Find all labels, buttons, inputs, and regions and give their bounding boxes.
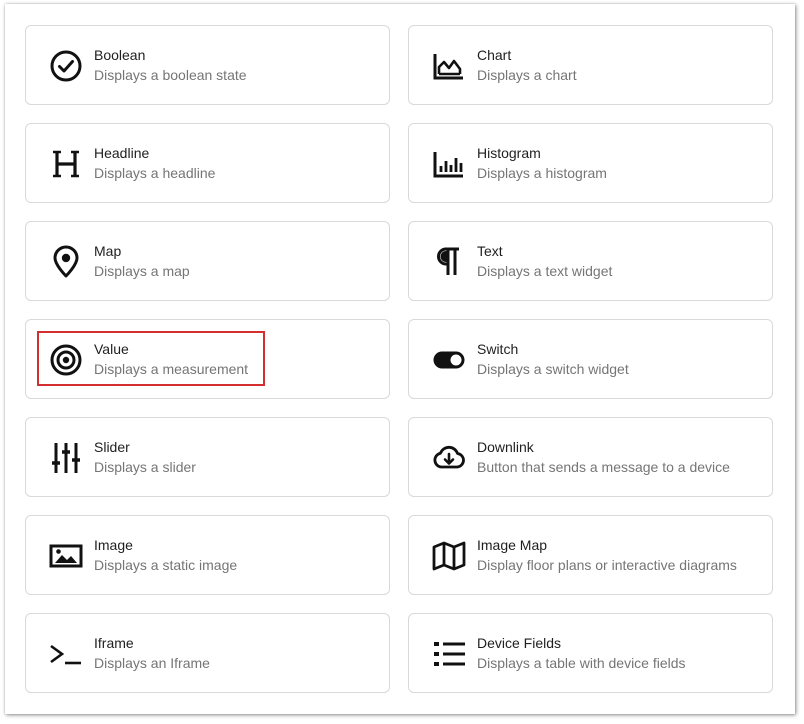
list-icon <box>431 636 467 672</box>
widget-description: Displays a text widget <box>477 263 613 279</box>
widget-description: Displays an Iframe <box>94 655 210 671</box>
terminal-icon <box>48 636 84 672</box>
widget-title: Downlink <box>477 439 534 455</box>
headline-h-icon <box>48 146 84 182</box>
widget-title: Headline <box>94 145 150 161</box>
cloud-download-icon <box>431 440 467 476</box>
widget-card-map[interactable]: Map Displays a map <box>25 221 390 301</box>
widget-title: Map <box>94 243 122 259</box>
widget-picker: Boolean Displays a boolean state Chart D… <box>5 4 795 714</box>
widget-card-value[interactable]: Value Displays a measurement <box>25 319 390 399</box>
widget-title: Iframe <box>94 635 134 651</box>
sliders-icon <box>48 440 84 476</box>
widget-card-iframe[interactable]: Iframe Displays an Iframe <box>25 613 390 693</box>
widget-description: Button that sends a message to a device <box>477 459 730 475</box>
widget-title: Histogram <box>477 145 541 161</box>
widget-description: Displays a chart <box>477 67 577 83</box>
map-pin-icon <box>48 244 84 280</box>
widget-description: Display floor plans or interactive diagr… <box>477 557 737 573</box>
widget-card-text[interactable]: Text Displays a text widget <box>408 221 773 301</box>
histogram-icon <box>431 146 467 182</box>
widget-title: Value <box>94 341 129 357</box>
widget-card-image-map[interactable]: Image Map Display floor plans or interac… <box>408 515 773 595</box>
widget-description: Displays a headline <box>94 165 216 181</box>
widget-title: Image Map <box>477 537 548 553</box>
widget-title: Slider <box>94 439 130 455</box>
widget-description: Displays a boolean state <box>94 67 247 83</box>
widget-description: Displays a static image <box>94 557 238 573</box>
widget-title: Boolean <box>94 47 146 63</box>
check-circle-icon <box>48 48 84 84</box>
widget-description: Displays a histogram <box>477 165 607 181</box>
widget-description: Displays a switch widget <box>477 361 629 377</box>
widget-title: Switch <box>477 341 519 357</box>
target-icon <box>48 342 84 378</box>
widget-title: Device Fields <box>477 635 562 651</box>
widget-card-switch[interactable]: Switch Displays a switch widget <box>408 319 773 399</box>
widget-card-device-fields[interactable]: Device Fields Displays a table with devi… <box>408 613 773 693</box>
widget-description: Displays a map <box>94 263 190 279</box>
widget-description: Displays a table with device fields <box>477 655 686 671</box>
toggle-icon <box>431 342 467 378</box>
widget-card-downlink[interactable]: Downlink Button that sends a message to … <box>408 417 773 497</box>
widget-title: Chart <box>477 47 512 63</box>
widget-description: Displays a measurement <box>94 361 249 377</box>
widget-title: Text <box>477 243 503 259</box>
folded-map-icon <box>431 538 467 574</box>
widget-card-histogram[interactable]: Histogram Displays a histogram <box>408 123 773 203</box>
image-icon <box>48 538 84 574</box>
widget-title: Image <box>94 537 133 553</box>
widget-card-chart[interactable]: Chart Displays a chart <box>408 25 773 105</box>
widget-card-boolean[interactable]: Boolean Displays a boolean state <box>25 25 390 105</box>
widget-card-slider[interactable]: Slider Displays a slider <box>25 417 390 497</box>
pilcrow-icon <box>431 244 467 280</box>
widget-card-image[interactable]: Image Displays a static image <box>25 515 390 595</box>
area-chart-icon <box>431 48 467 84</box>
widget-description: Displays a slider <box>94 459 196 475</box>
widget-card-headline[interactable]: Headline Displays a headline <box>25 123 390 203</box>
